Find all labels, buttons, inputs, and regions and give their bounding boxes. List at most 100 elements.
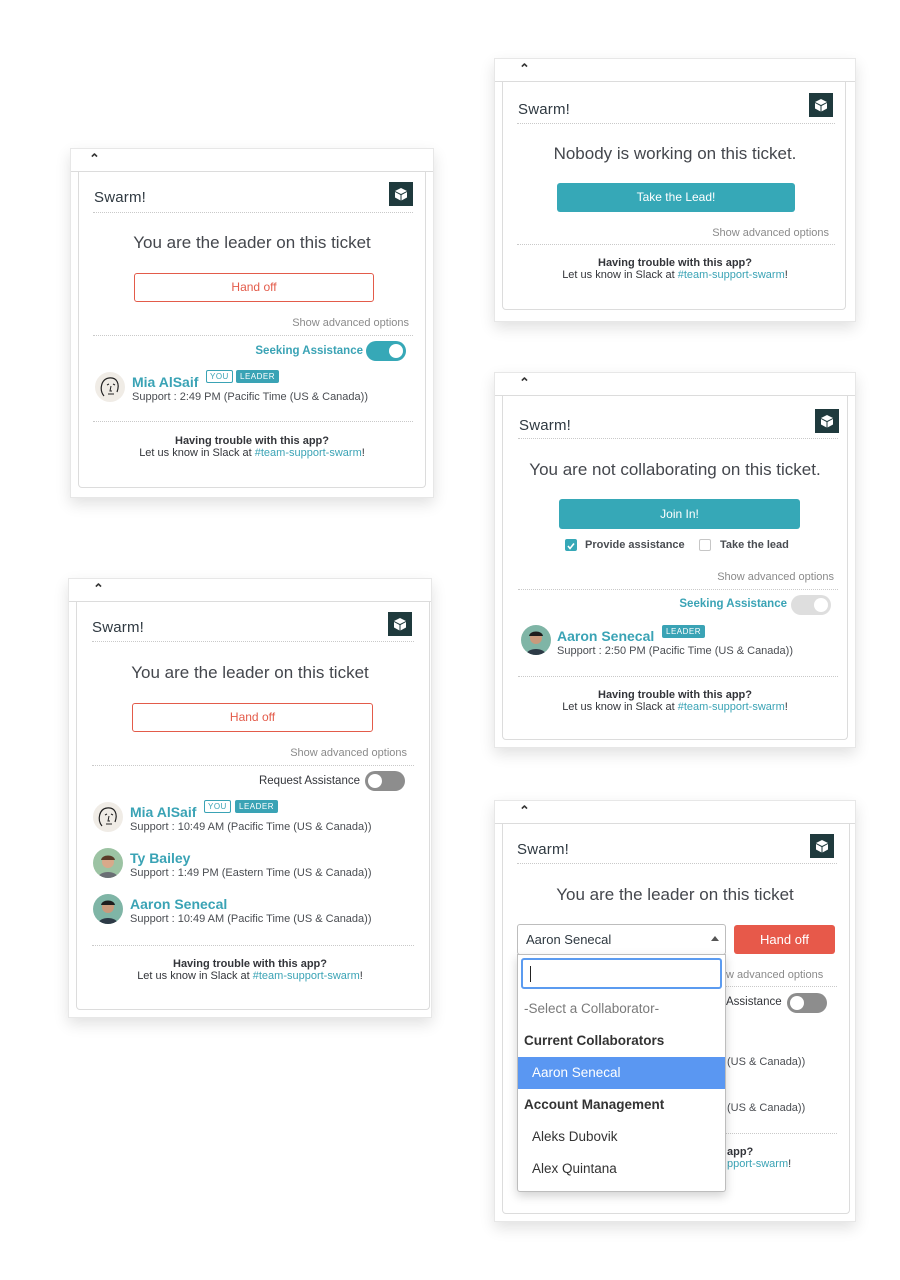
collapse-bar[interactable]: ⌃ — [69, 579, 431, 602]
divider — [517, 123, 835, 124]
swarm-panel-leader-seeking: ⌃ Swarm! You are the leader on this tick… — [70, 148, 434, 498]
help-suffix: ! — [784, 701, 788, 713]
user-details: (US & Canada)) — [727, 1056, 806, 1068]
app-title: Swarm! — [518, 101, 571, 118]
user-details: Support : 2:49 PM (Pacific Time (US & Ca… — [132, 391, 368, 403]
user-details: (US & Canada)) — [727, 1102, 806, 1114]
user-name[interactable]: Mia AlSaif — [130, 804, 196, 820]
group-label: Current Collaborators — [524, 1033, 665, 1048]
you-badge: YOU — [204, 800, 231, 813]
divider — [725, 986, 837, 987]
chevron-up-icon[interactable]: ⌃ — [519, 804, 530, 818]
divider — [92, 765, 414, 766]
take-the-lead-label: Take the lead — [720, 539, 789, 551]
swarm-panel-leader-team: ⌃ Swarm! You are the leader on this tick… — [68, 578, 432, 1018]
swarm-panel-hand-off-dropdown: ⌃ Swarm! You are the leader on this tick… — [494, 800, 856, 1222]
request-assistance-label: Assistance — [726, 996, 782, 1008]
take-the-lead-button[interactable]: Take the Lead! — [557, 183, 795, 212]
user-name[interactable]: Aaron Senecal — [557, 628, 654, 644]
help-suffix: ! — [788, 1158, 792, 1170]
help-title: Having trouble with this app? — [598, 257, 752, 269]
slack-channel-link[interactable]: #team-support-swarm — [678, 701, 785, 713]
user-name[interactable]: Mia AlSaif — [132, 374, 198, 390]
user-name[interactable]: Ty Bailey — [130, 850, 190, 866]
hand-off-button[interactable]: Hand off — [734, 925, 835, 954]
collapse-bar[interactable]: ⌃ — [495, 59, 855, 82]
group-label: Account Management — [524, 1097, 665, 1112]
app-title: Swarm! — [519, 417, 572, 434]
provide-assistance-checkbox[interactable] — [565, 539, 577, 551]
help-title: Having trouble with this app? — [175, 435, 329, 447]
seeking-assistance-toggle[interactable] — [791, 595, 831, 615]
divider — [92, 641, 414, 642]
take-the-lead-checkbox[interactable] — [699, 539, 711, 551]
chevron-up-icon[interactable]: ⌃ — [519, 62, 530, 76]
swarm-panel-not-collaborating: ⌃ Swarm! You are not collaborating on th… — [494, 372, 856, 748]
dropdown-group-header: Account Management — [518, 1089, 725, 1121]
help-text: Let us know in Slack at — [562, 269, 678, 281]
help-text: Let us know in Slack at — [139, 447, 255, 459]
divider — [518, 589, 838, 590]
hand-off-button[interactable]: Hand off — [132, 703, 373, 732]
chevron-up-icon[interactable]: ⌃ — [89, 152, 100, 166]
slack-channel-link[interactable]: #team-support-swarm — [253, 970, 360, 982]
status-headline: You are the leader on this ticket — [131, 663, 369, 682]
collaborator-select[interactable]: Aaron Senecal — [517, 924, 726, 955]
show-advanced-options-link[interactable]: Show advanced options — [712, 227, 829, 239]
slack-channel-link[interactable]: #team-support-swarm — [255, 447, 362, 459]
swarm-logo-icon — [809, 93, 833, 117]
show-advanced-options-link[interactable]: Show advanced options — [292, 317, 409, 329]
slack-channel-link[interactable]: pport-swarm — [727, 1158, 788, 1170]
avatar-mia-alsaif — [93, 802, 123, 832]
show-advanced-options-link[interactable]: w advanced options — [726, 969, 823, 981]
help-footer: Having trouble with this app? Let us kno… — [495, 257, 855, 281]
user-name[interactable]: Aaron Senecal — [130, 896, 227, 912]
provide-assistance-label: Provide assistance — [585, 539, 685, 551]
hand-off-button[interactable]: Hand off — [134, 273, 374, 302]
divider — [92, 945, 414, 946]
chevron-up-icon[interactable]: ⌃ — [93, 582, 104, 596]
dropdown-option-placeholder[interactable]: -Select a Collaborator- — [518, 993, 725, 1025]
app-title: Swarm! — [94, 189, 147, 206]
help-footer: Having trouble with this app? Let us kno… — [495, 689, 855, 713]
app-title: Swarm! — [517, 841, 570, 858]
divider — [93, 335, 413, 336]
collapse-bar[interactable]: ⌃ — [495, 801, 855, 824]
help-footer: app? pport-swarm! — [727, 1146, 791, 1170]
help-text: Let us know in Slack at — [137, 970, 253, 982]
leader-badge: LEADER — [235, 800, 279, 813]
chevron-up-icon[interactable]: ⌃ — [519, 376, 530, 390]
you-badge: YOU — [206, 370, 233, 383]
divider — [93, 212, 413, 213]
help-title: Having trouble with this app? — [173, 958, 327, 970]
divider — [93, 421, 413, 422]
dropdown-option-aaron-senecal[interactable]: Aaron Senecal — [518, 1057, 725, 1089]
collapse-bar[interactable]: ⌃ — [495, 373, 855, 396]
slack-channel-link[interactable]: #team-support-swarm — [678, 269, 785, 281]
divider — [725, 1133, 837, 1134]
request-assistance-label: Request Assistance — [258, 775, 360, 787]
request-assistance-toggle[interactable] — [365, 771, 405, 791]
avatar-aaron-senecal — [521, 625, 551, 655]
dropdown-search-input[interactable] — [521, 958, 722, 989]
status-headline: Nobody is working on this ticket. — [553, 144, 797, 163]
status-headline: You are the leader on this ticket — [556, 885, 794, 904]
join-in-button[interactable]: Join In! — [559, 499, 800, 529]
collapse-bar[interactable]: ⌃ — [71, 149, 433, 172]
dropdown-option-alex-quintana[interactable]: Alex Quintana — [518, 1153, 725, 1185]
show-advanced-options-link[interactable]: Show advanced options — [717, 571, 834, 583]
show-advanced-options-link[interactable]: Show advanced options — [290, 747, 407, 759]
avatar-ty-bailey — [93, 848, 123, 878]
user-details: Support : 1:49 PM (Eastern Time (US & Ca… — [130, 867, 372, 879]
leader-badge: LEADER — [662, 625, 706, 638]
swarm-panel-no-leader: ⌃ Swarm! Nobody is working on this ticke… — [494, 58, 856, 322]
user-details: Support : 2:50 PM (Pacific Time (US & Ca… — [557, 645, 793, 657]
user-details: Support : 10:49 AM (Pacific Time (US & C… — [130, 821, 372, 833]
seeking-assistance-toggle[interactable] — [366, 341, 406, 361]
divider — [518, 676, 838, 677]
option-label: Aleks Dubovik — [532, 1129, 618, 1144]
help-suffix: ! — [361, 447, 365, 459]
dropdown-option-aleks-dubovik[interactable]: Aleks Dubovik — [518, 1121, 725, 1153]
option-label: -Select a Collaborator- — [524, 1001, 660, 1016]
request-assistance-toggle[interactable] — [787, 993, 827, 1013]
